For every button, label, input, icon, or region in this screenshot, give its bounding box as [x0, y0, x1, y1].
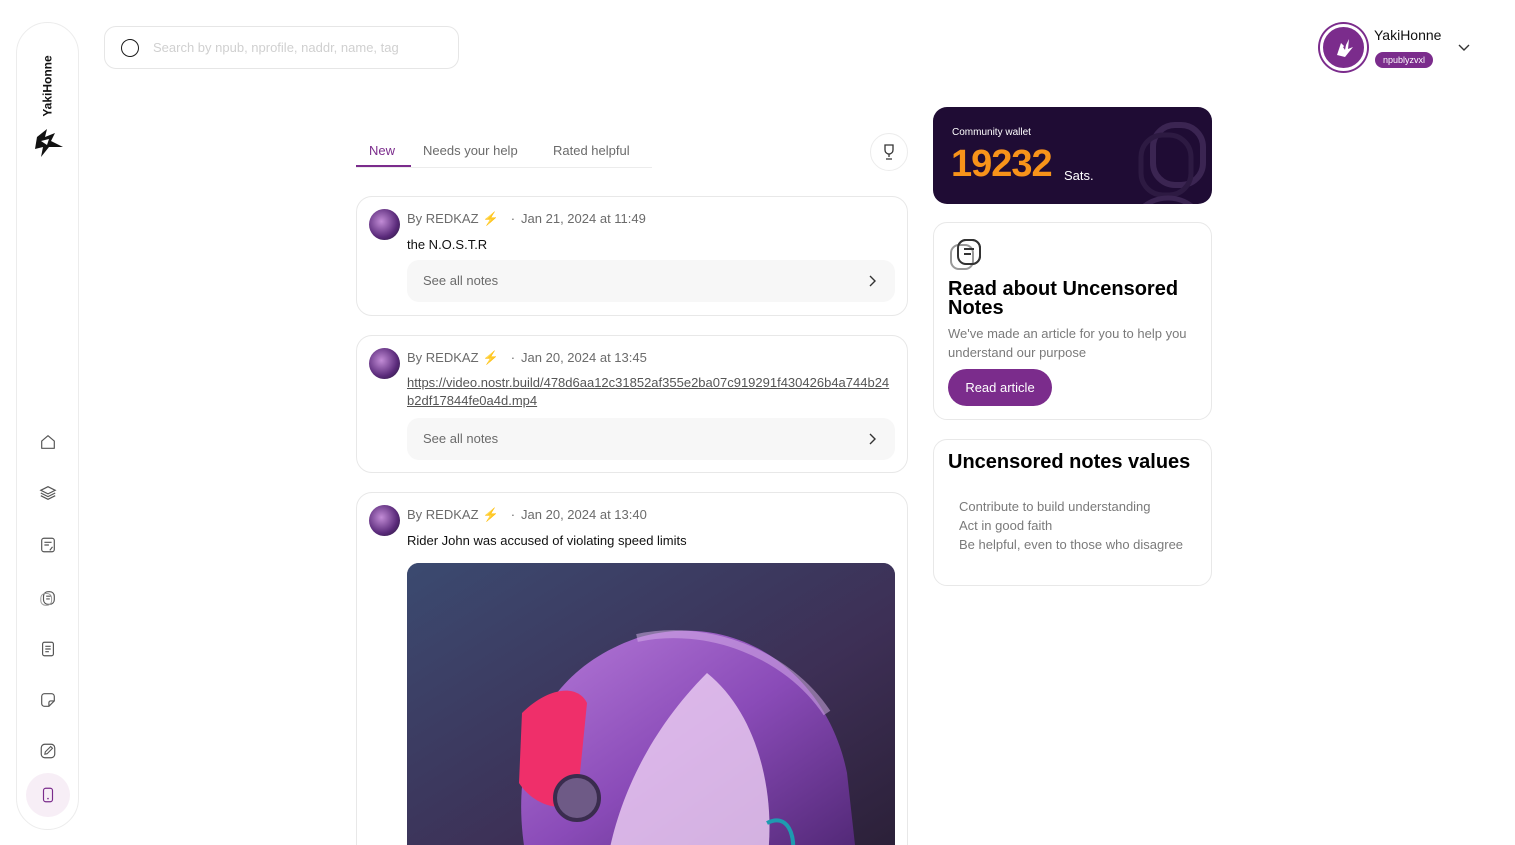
sidebar-home-button[interactable]	[26, 420, 70, 464]
user-menu[interactable]: YakiHonne npublyzvxl	[1320, 23, 1480, 73]
sidebar-flows-button[interactable]	[26, 471, 70, 515]
author-avatar[interactable]	[369, 209, 400, 240]
username: YakiHonne	[1374, 27, 1442, 43]
values-item: Act in good faith	[959, 518, 1053, 533]
yakihonne-avatar-icon	[1336, 38, 1353, 57]
tab-active-indicator	[356, 165, 411, 167]
note-date: Jan 20, 2024 at 13:40	[521, 507, 647, 522]
sidebar-wallet-button[interactable]	[26, 773, 70, 817]
tabs: New Needs your help Rated helpful	[356, 134, 652, 168]
values-item: Be helpful, even to those who disagree	[959, 537, 1184, 552]
note-edit-icon	[41, 537, 55, 553]
yakihonne-logo-icon	[35, 129, 63, 157]
sidebar-notes-button[interactable]	[26, 678, 70, 722]
brand[interactable]: YakiHonne	[31, 51, 65, 163]
separator-dot: ·	[510, 350, 516, 365]
brand-name: YakiHonne	[41, 55, 56, 117]
home-icon	[41, 435, 55, 449]
values-card: Uncensored notes values Contribute to bu…	[933, 439, 1212, 586]
author-avatar[interactable]	[369, 505, 400, 536]
note-image[interactable]	[407, 563, 895, 845]
tab-new[interactable]: New	[369, 143, 395, 158]
note-meta: By REDKAZ ⚡ · Jan 21, 2024 at 11:49	[407, 211, 646, 227]
wallet-amount: 19232	[951, 143, 1053, 185]
note-card: By REDKAZ ⚡ · Jan 20, 2024 at 13:40 Rider J…	[356, 492, 908, 845]
uncensored-notes-icon	[40, 591, 55, 606]
npub-badge: npublyzvxl	[1375, 52, 1434, 68]
helmet-rider-image	[407, 563, 895, 845]
tab-needs-your-help[interactable]: Needs your help	[423, 143, 518, 158]
see-all-notes-button[interactable]: See all notes	[407, 418, 895, 460]
lightning-icon: ⚡	[482, 350, 499, 365]
app-root: YakiHonne Search by npub, nprofile, nadd…	[0, 0, 1515, 845]
separator-dot: ·	[510, 507, 516, 522]
chevron-right-icon	[869, 433, 876, 445]
values-item: Contribute to build understanding	[959, 499, 1151, 514]
search-icon	[121, 38, 139, 57]
avatar	[1320, 24, 1367, 71]
layers-icon	[39, 486, 57, 500]
note-date: Jan 21, 2024 at 11:49	[521, 211, 646, 226]
edit-pen-icon	[40, 743, 56, 759]
read-about-card: Read about Uncensored Notes We've made a…	[933, 222, 1212, 420]
tab-rated-helpful[interactable]: Rated helpful	[553, 143, 630, 158]
leaderboard-button[interactable]	[870, 133, 908, 171]
wallet-unit: Sats.	[1064, 168, 1094, 183]
read-about-title: Read about Uncensored Notes	[948, 278, 1179, 319]
community-wallet: Community wallet 19232 Sats.	[933, 107, 1212, 204]
see-all-notes-button[interactable]: See all notes	[407, 260, 895, 302]
note-card: By REDKAZ ⚡ · Jan 21, 2024 at 11:49 the N.O…	[356, 196, 908, 316]
search-bar	[104, 26, 459, 69]
note-video-link[interactable]: https://video.nostr.build/478d6aa12c3185…	[407, 374, 892, 410]
wallet-decoration-icon	[1138, 122, 1206, 204]
wallet-label: Community wallet	[952, 127, 1031, 138]
see-all-label: See all notes	[423, 273, 499, 288]
lightning-icon: ⚡	[482, 507, 499, 522]
chevron-right-icon	[869, 275, 876, 287]
note-content: the N.O.S.T.R	[407, 237, 488, 252]
sidebar-articles-button[interactable]	[26, 627, 70, 671]
sidebar-curations-button[interactable]	[26, 523, 70, 567]
note-meta: By REDKAZ ⚡ · Jan 20, 2024 at 13:40	[407, 507, 647, 523]
articles-icon	[42, 641, 54, 657]
note-card: By REDKAZ ⚡ · Jan 20, 2024 at 13:45 https:/…	[356, 335, 908, 473]
author-name[interactable]: By REDKAZ	[407, 350, 479, 365]
note-content: Rider John was accused of violating spee…	[407, 533, 687, 548]
author-name[interactable]: By REDKAZ	[407, 507, 479, 522]
lightning-icon: ⚡	[482, 211, 499, 226]
note-date: Jan 20, 2024 at 13:45	[521, 350, 647, 365]
sidebar-uncensored-notes-button[interactable]	[26, 576, 70, 620]
chevron-down-icon	[1458, 44, 1470, 51]
search-input[interactable]	[153, 40, 443, 55]
trophy-icon	[884, 144, 894, 160]
read-article-button[interactable]: Read article	[948, 369, 1052, 406]
author-name[interactable]: By REDKAZ	[407, 211, 479, 226]
uncensored-notes-icon	[950, 239, 981, 270]
sticky-note-icon	[41, 693, 55, 707]
values-list: Contribute to build understanding Act in…	[959, 497, 1199, 554]
values-title: Uncensored notes values	[948, 451, 1191, 473]
note-meta: By REDKAZ ⚡ · Jan 20, 2024 at 13:45	[407, 350, 647, 366]
author-avatar[interactable]	[369, 348, 400, 379]
tablet-icon	[42, 787, 54, 803]
separator-dot: ·	[510, 211, 516, 226]
see-all-label: See all notes	[423, 431, 499, 446]
sidebar-write-button[interactable]	[26, 729, 70, 773]
sidebar: YakiHonne	[16, 22, 79, 830]
read-about-description: We've made an article for you to help yo…	[948, 326, 1187, 360]
